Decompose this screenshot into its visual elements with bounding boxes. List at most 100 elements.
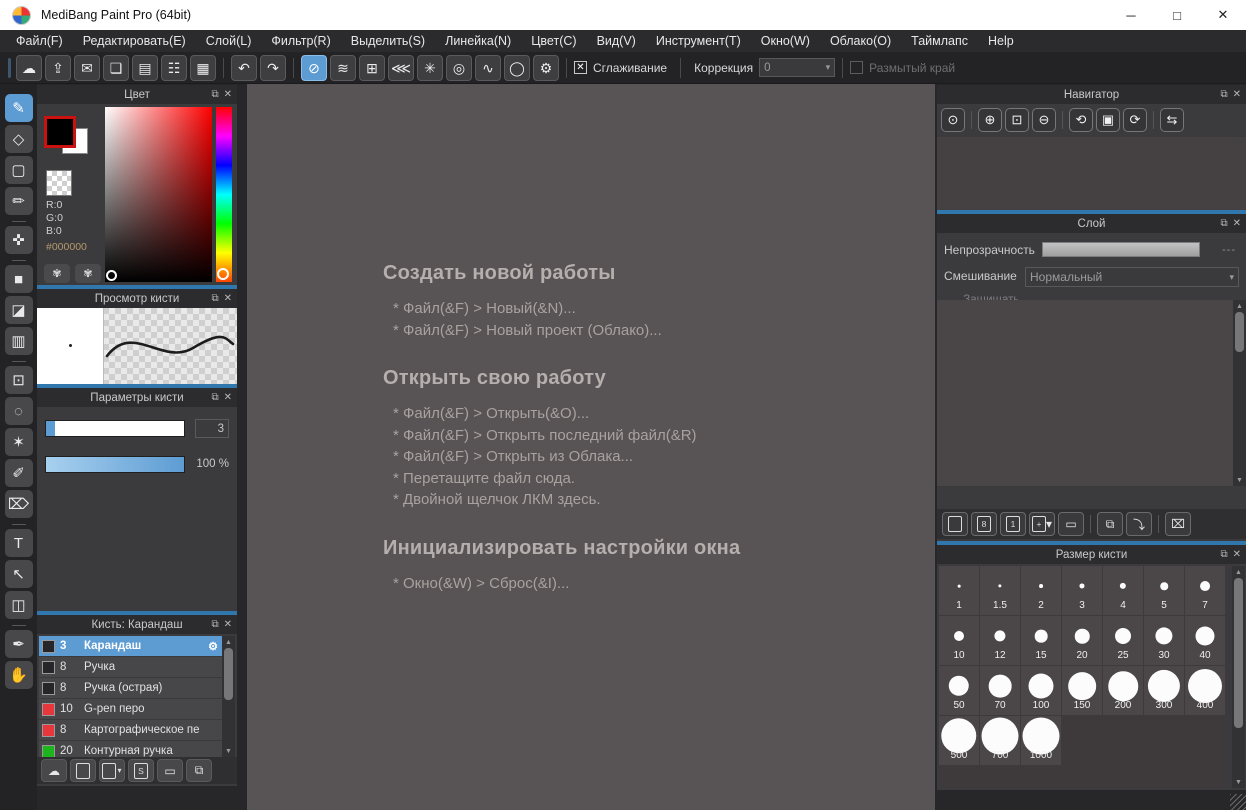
hue-slider[interactable] [216, 107, 232, 282]
brush-size-cell[interactable]: 30 [1144, 616, 1184, 665]
brush-size-cell[interactable]: 150 [1062, 666, 1102, 715]
correction-dropdown[interactable]: 0 ▾ [759, 58, 835, 77]
duplicate-layer-button[interactable]: ⧉ [1097, 512, 1123, 536]
snap-grid-button[interactable]: ⊞ [359, 55, 385, 81]
select-pen-tool[interactable]: ✐ [5, 459, 33, 487]
brush-size-cell[interactable]: 4 [1103, 566, 1143, 615]
redo-button[interactable]: ↷ [260, 55, 286, 81]
brush-size-cell[interactable]: 7 [1185, 566, 1225, 615]
minimize-button[interactable]: ─ [1108, 0, 1154, 30]
undo-button[interactable]: ↶ [231, 55, 257, 81]
brush-size-cell[interactable]: 5 [1144, 566, 1184, 615]
scroll-down-icon[interactable]: ▼ [1235, 776, 1242, 788]
dot-pen-tool[interactable]: ✏ [5, 187, 33, 215]
lasso-tool[interactable]: ◌ [5, 397, 33, 425]
menu-view[interactable]: Вид(V) [587, 31, 646, 51]
brush-add-menu-button[interactable]: ▾ [99, 759, 125, 782]
menu-select[interactable]: Выделить(S) [341, 31, 435, 51]
brush-add-button[interactable] [70, 759, 96, 782]
text-tool[interactable]: T [5, 529, 33, 557]
divide-tool[interactable]: ◫ [5, 591, 33, 619]
new-8bit-layer-button[interactable]: 8 [971, 512, 997, 536]
blur-edge-checkbox[interactable] [850, 61, 863, 74]
panel-close-icon[interactable]: ✕ [224, 90, 232, 100]
panel-float-icon[interactable]: ⧉ [1220, 219, 1227, 229]
panel-float-icon[interactable]: ⧉ [1220, 90, 1227, 100]
merge-layer-button[interactable]: ⤵ [1126, 512, 1152, 536]
scrollbar-thumb[interactable] [1235, 312, 1244, 352]
menu-edit[interactable]: Редактировать(E) [73, 31, 196, 51]
blend-mode-dropdown[interactable]: Нормальный ▾ [1025, 267, 1239, 287]
brush-list-item[interactable]: 20 Контурная ручка ⚙ [39, 741, 222, 757]
new-1bit-layer-button[interactable]: 1 [1000, 512, 1026, 536]
scroll-up-icon[interactable]: ▲ [1235, 566, 1242, 578]
figure-tool[interactable]: ▢ [5, 156, 33, 184]
scroll-up-icon[interactable]: ▲ [1236, 300, 1243, 312]
brush-size-cell[interactable]: 3 [1062, 566, 1102, 615]
panel-close-icon[interactable]: ✕ [224, 620, 232, 630]
zoom-reset-button[interactable]: ⊙ [941, 108, 965, 132]
smoothing-checkbox[interactable]: ✕ [574, 61, 587, 74]
menu-file[interactable]: Файл(F) [6, 31, 73, 51]
snap-vanishing-button[interactable]: ⋘ [388, 55, 414, 81]
menu-timelapse[interactable]: Таймлапс [901, 31, 978, 51]
brush-size-cell[interactable]: 1 [939, 566, 979, 615]
foreground-color-swatch[interactable] [44, 116, 76, 148]
brush-list-item[interactable]: 8 Ручка ⚙ [39, 657, 222, 678]
brush-size-cell[interactable]: 25 [1103, 616, 1143, 665]
brush-size-scrollbar[interactable]: ▲ ▼ [1232, 566, 1245, 788]
brush-list-item[interactable]: 8 Ручка (острая) ⚙ [39, 678, 222, 699]
fill-rect-tool[interactable]: ■ [5, 265, 33, 293]
brush-size-cell[interactable]: 200 [1103, 666, 1143, 715]
flip-horizontal-button[interactable]: ⇆ [1160, 108, 1184, 132]
brush-list-item[interactable]: 8 Картографическое пе ⚙ [39, 720, 222, 741]
zoom-out-button[interactable]: ⊖ [1032, 108, 1056, 132]
eraser-tool[interactable]: ◇ [5, 125, 33, 153]
navigator-preview[interactable] [937, 137, 1246, 210]
scroll-down-icon[interactable]: ▼ [1236, 474, 1243, 486]
menu-cloud[interactable]: Облако(O) [820, 31, 901, 51]
layer-opacity-slider[interactable] [1042, 242, 1200, 257]
brush-size-cell[interactable]: 20 [1062, 616, 1102, 665]
reset-rotation-button[interactable]: ▣ [1096, 108, 1120, 132]
brush-list-item[interactable]: 3 Карандаш ⚙ [39, 636, 222, 657]
magic-wand-tool[interactable]: ✶ [5, 428, 33, 456]
brush-size-cell[interactable]: 70 [980, 666, 1020, 715]
canvas-area[interactable]: Создать новой работы * Файл(&F) > Новый(… [247, 84, 935, 810]
maximize-button[interactable]: □ [1154, 0, 1200, 30]
scrollbar-thumb[interactable] [1234, 578, 1243, 728]
select-eraser-tool[interactable]: ⌦ [5, 490, 33, 518]
eyedropper-tool[interactable]: ✒ [5, 630, 33, 658]
brush-size-cell[interactable]: 400 [1185, 666, 1225, 715]
scrollbar-thumb[interactable] [224, 648, 233, 700]
brush-size-slider[interactable] [45, 420, 185, 437]
scroll-up-icon[interactable]: ▲ [225, 636, 232, 648]
brush-size-cell[interactable]: 700 [980, 716, 1020, 765]
layer-list-scrollbar[interactable]: ▲ ▼ [1233, 300, 1246, 486]
zoom-in-button[interactable]: ⊕ [978, 108, 1002, 132]
transparent-color-swatch[interactable] [46, 170, 72, 196]
snap-parallel-button[interactable]: ≋ [330, 55, 356, 81]
brush-size-cell[interactable]: 300 [1144, 666, 1184, 715]
panel-close-icon[interactable]: ✕ [1233, 550, 1241, 560]
move-tool[interactable]: ✜ [5, 226, 33, 254]
panel-close-icon[interactable]: ✕ [224, 294, 232, 304]
panel-close-icon[interactable]: ✕ [1233, 90, 1241, 100]
snap-ellipse-button[interactable]: ◯ [504, 55, 530, 81]
close-button[interactable]: ✕ [1200, 0, 1246, 30]
menu-help[interactable]: Help [978, 31, 1024, 51]
brush-size-cell[interactable]: 100 [1021, 666, 1061, 715]
palette-button[interactable]: ✾ [44, 264, 70, 283]
panel-float-icon[interactable]: ⧉ [211, 620, 218, 630]
brush-list-scrollbar[interactable]: ▲ ▼ [222, 636, 235, 757]
brush-tool[interactable]: ✎ [5, 94, 33, 122]
add-layer-menu-button[interactable]: +▾ [1029, 512, 1055, 536]
brush-opacity-slider[interactable] [45, 456, 185, 473]
material-list-button[interactable]: ☷ [161, 55, 187, 81]
resize-grip[interactable] [1230, 794, 1246, 810]
panel-float-icon[interactable]: ⧉ [211, 90, 218, 100]
brush-list-item[interactable]: 10 G-pen перо ⚙ [39, 699, 222, 720]
snap-off-button[interactable]: ⊘ [301, 55, 327, 81]
palette-add-button[interactable]: ✾ [75, 264, 101, 283]
comment-button[interactable]: ✉ [74, 55, 100, 81]
